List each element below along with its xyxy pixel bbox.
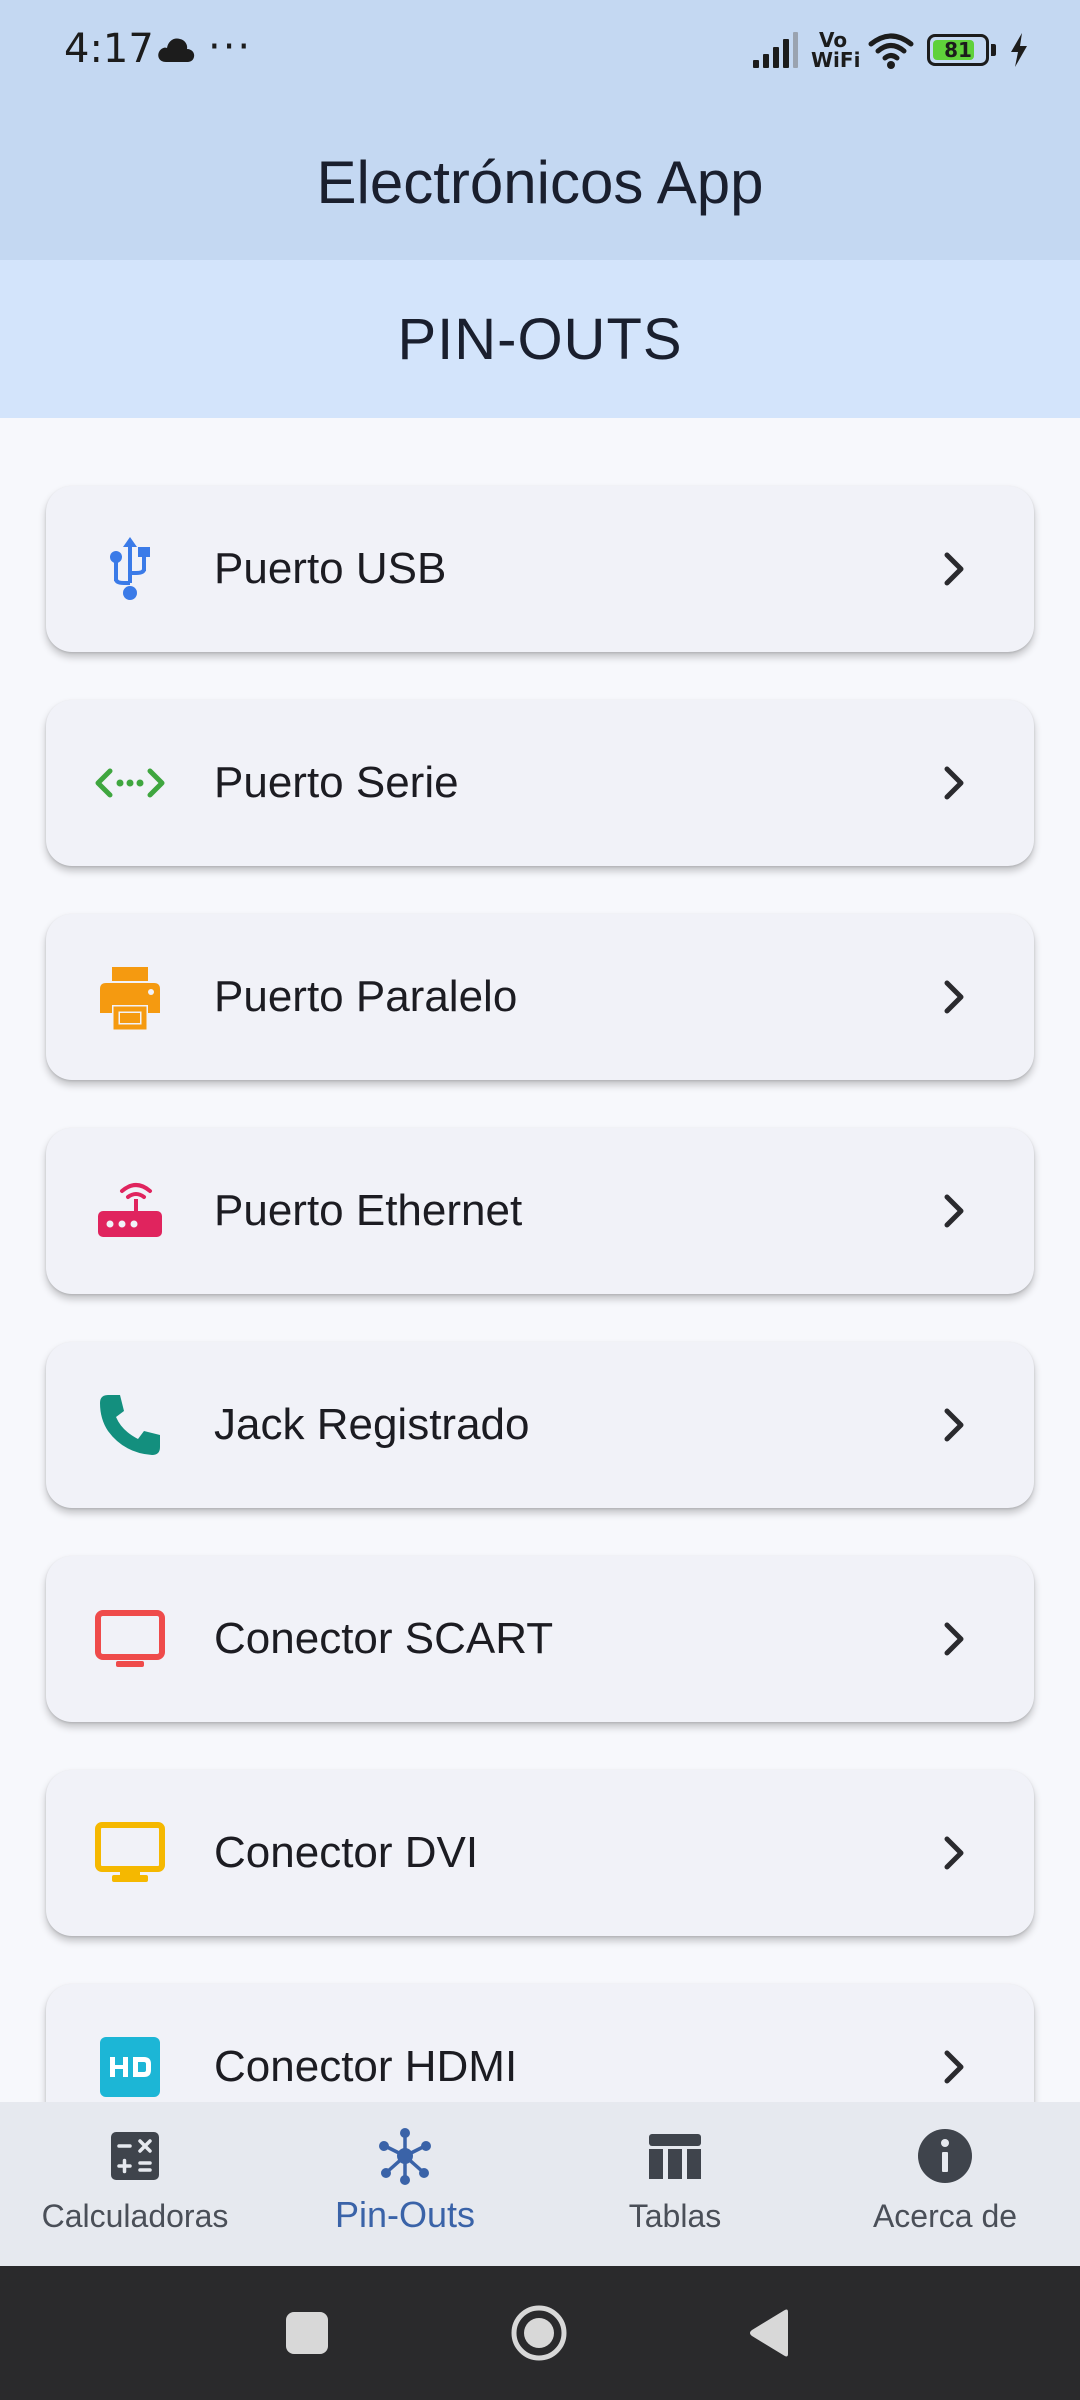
battery-tip bbox=[991, 44, 996, 56]
chevron-right-icon bbox=[944, 766, 964, 800]
nav-label: Calculadoras bbox=[41, 2198, 229, 2234]
recents-button[interactable] bbox=[286, 2312, 328, 2354]
list-item-label: Conector HDMI bbox=[214, 2042, 518, 2091]
nav-item-pin-outs[interactable]: Pin-Outs bbox=[270, 2102, 540, 2266]
chevron-right-icon bbox=[944, 1836, 964, 1870]
nav-label: Acerca de bbox=[872, 2198, 1018, 2234]
list-item-conector-hdmi[interactable]: Conector HDMI bbox=[46, 1984, 1034, 2102]
screen: 4:17 ··· Vo WiFi 81 Electrónicos App PIN… bbox=[0, 0, 1080, 2400]
section-title: PIN-OUTS bbox=[397, 306, 683, 372]
status-bar: 4:17 ··· Vo WiFi 81 bbox=[0, 0, 1080, 104]
bottom-navigation: Calculadoras Pin-Outs Tablas Acerca de bbox=[0, 2102, 1080, 2266]
hd-icon bbox=[100, 2037, 160, 2097]
chevron-right-icon bbox=[944, 2050, 964, 2084]
app-bar: Electrónicos App bbox=[0, 104, 1080, 260]
list-item-label: Jack Registrado bbox=[214, 1400, 530, 1449]
list-item-label: Conector DVI bbox=[214, 1828, 479, 1877]
nav-item-calculadoras[interactable]: Calculadoras bbox=[0, 2102, 270, 2266]
list-item-label: Puerto Paralelo bbox=[214, 972, 518, 1021]
calculator-icon bbox=[111, 2132, 159, 2180]
phone-icon bbox=[100, 1395, 160, 1455]
hub-icon bbox=[379, 2128, 431, 2185]
cloud-icon bbox=[158, 38, 195, 62]
wifi-icon bbox=[868, 33, 914, 69]
list-item-label: Puerto Serie bbox=[214, 758, 459, 807]
chevron-right-icon bbox=[944, 1408, 964, 1442]
vowifi-indicator: Vo WiFi bbox=[811, 28, 861, 72]
tv-icon bbox=[95, 1610, 165, 1667]
printer-icon bbox=[100, 967, 160, 1030]
list-item-puerto-usb[interactable]: Puerto USB bbox=[46, 486, 1034, 652]
router-icon bbox=[98, 1183, 162, 1237]
app-title: Electrónicos App bbox=[316, 148, 764, 216]
chevron-right-icon bbox=[944, 1622, 964, 1656]
battery-level: 81 bbox=[944, 38, 972, 62]
list-item-jack-registrado[interactable]: Jack Registrado bbox=[46, 1342, 1034, 1508]
charging-icon bbox=[1011, 33, 1027, 67]
info-icon bbox=[918, 2129, 972, 2183]
list-item-conector-scart[interactable]: Conector SCART bbox=[46, 1556, 1034, 1722]
nav-item-tablas[interactable]: Tablas bbox=[540, 2102, 810, 2266]
system-navigation-bar bbox=[0, 2266, 1080, 2400]
signal-icon bbox=[753, 32, 798, 68]
list-item-puerto-serie[interactable]: Puerto Serie bbox=[46, 700, 1034, 866]
nav-label: Pin-Outs bbox=[334, 2194, 476, 2235]
pinout-list[interactable]: Puerto USB Puerto Serie Puerto Paralelo … bbox=[0, 418, 1080, 2102]
status-indicators: Vo WiFi 81 bbox=[751, 28, 1030, 72]
chevron-right-icon bbox=[944, 980, 964, 1014]
list-item-label: Puerto USB bbox=[214, 544, 447, 593]
status-more-dots: ··· bbox=[208, 24, 253, 70]
table-icon bbox=[649, 2134, 701, 2179]
nav-item-acerca-de[interactable]: Acerca de bbox=[810, 2102, 1080, 2266]
nav-label: Tablas bbox=[628, 2198, 722, 2234]
list-item-conector-dvi[interactable]: Conector DVI bbox=[46, 1770, 1034, 1936]
list-item-label: Puerto Ethernet bbox=[214, 1186, 523, 1235]
list-item-label: Conector SCART bbox=[214, 1614, 554, 1663]
section-header: PIN-OUTS bbox=[0, 260, 1080, 418]
battery-icon: 81 bbox=[927, 34, 989, 66]
chevron-right-icon bbox=[944, 552, 964, 586]
back-button[interactable] bbox=[746, 2308, 792, 2358]
home-button[interactable] bbox=[510, 2304, 568, 2362]
serial-code-icon bbox=[95, 768, 165, 798]
status-time: 4:17 bbox=[64, 26, 154, 72]
list-item-puerto-paralelo[interactable]: Puerto Paralelo bbox=[46, 914, 1034, 1080]
list-item-puerto-ethernet[interactable]: Puerto Ethernet bbox=[46, 1128, 1034, 1294]
chevron-right-icon bbox=[944, 1194, 964, 1228]
monitor-icon bbox=[95, 1822, 165, 1882]
usb-icon bbox=[110, 537, 150, 600]
